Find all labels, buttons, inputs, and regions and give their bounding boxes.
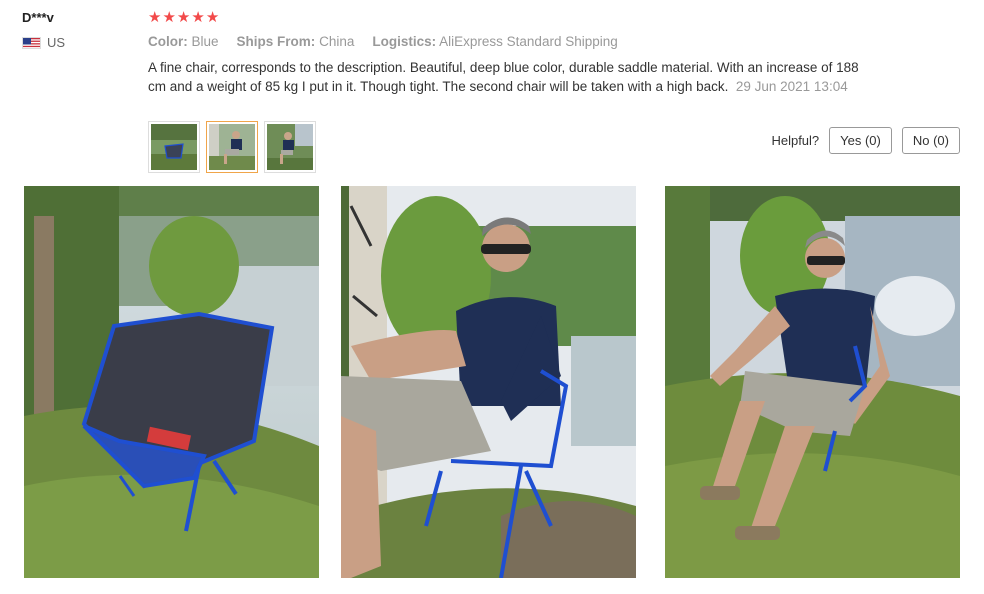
helpful-no-button[interactable]: No (0) bbox=[901, 127, 960, 154]
review-photo-3[interactable] bbox=[665, 186, 960, 578]
helpful-label: Helpful? bbox=[771, 133, 820, 148]
attr-ships-value: China bbox=[319, 34, 355, 49]
thumbnail-1[interactable] bbox=[148, 121, 200, 173]
star-icon: ★ bbox=[176, 9, 191, 26]
attr-logistics-value: AliExpress Standard Shipping bbox=[439, 34, 618, 49]
order-attributes: Color: Blue Ships From: China Logistics:… bbox=[148, 34, 618, 49]
reviewer-country: US bbox=[22, 35, 65, 50]
helpful-yes-button[interactable]: Yes (0) bbox=[829, 127, 892, 154]
us-flag-icon bbox=[22, 36, 41, 49]
attr-ships-label: Ships From: bbox=[236, 34, 316, 49]
helpful-vote: Helpful? Yes (0) No (0) bbox=[771, 127, 960, 154]
star-icon: ★ bbox=[162, 9, 176, 26]
thumbnail-2[interactable] bbox=[206, 121, 258, 173]
attr-color-label: Color: bbox=[148, 34, 188, 49]
attr-color: Color: Blue bbox=[148, 34, 219, 49]
star-rating: ★ ★ ★ ★ ★ bbox=[148, 8, 219, 26]
thumbnail-3[interactable] bbox=[264, 121, 316, 173]
review-photo-1[interactable] bbox=[24, 186, 319, 578]
attr-ships-from: Ships From: China bbox=[237, 34, 355, 49]
star-icon: ★ bbox=[205, 9, 220, 26]
review-body: A fine chair, corresponds to the descrip… bbox=[148, 58, 863, 96]
star-icon: ★ bbox=[191, 9, 205, 26]
star-icon: ★ bbox=[148, 9, 162, 26]
attr-logistics: Logistics: AliExpress Standard Shipping bbox=[372, 34, 617, 49]
country-code: US bbox=[47, 35, 66, 50]
reviewer-name: D***v bbox=[22, 10, 54, 25]
review-date: 29 Jun 2021 13:04 bbox=[735, 79, 848, 94]
attr-color-value: Blue bbox=[191, 34, 219, 49]
review-photo-2[interactable] bbox=[341, 186, 636, 578]
review-thumbnails bbox=[148, 121, 316, 173]
attr-logistics-label: Logistics: bbox=[372, 34, 437, 49]
